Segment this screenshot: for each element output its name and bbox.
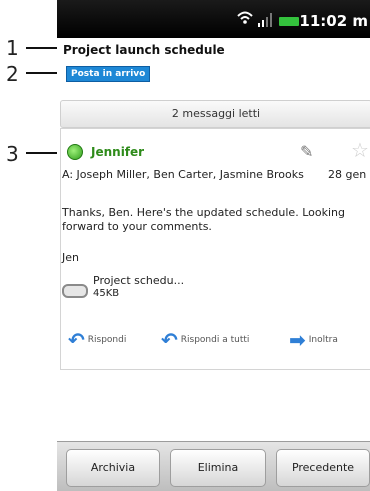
reply-all-label: Rispondi a tutti [180, 335, 250, 345]
forward-button[interactable]: ➡ Inoltra [289, 328, 338, 352]
forward-label: Inoltra [308, 335, 338, 345]
message-body: Thanks, Ben. Here's the updated schedule… [62, 206, 345, 233]
battery-icon [279, 17, 299, 26]
phone-screen: 11:02 m Project launch schedule Posta in… [57, 0, 370, 491]
callout-2: 2 [6, 62, 19, 86]
recipients-line[interactable]: A: Joseph Miller, Ben Carter, Jasmine Br… [62, 168, 352, 181]
callout-3: 3 [6, 142, 19, 166]
attachment-file-icon [62, 284, 88, 298]
message-date: 28 gen [328, 168, 367, 181]
previous-button[interactable]: Precedente [276, 449, 370, 487]
status-bar: 11:02 m [57, 0, 370, 38]
email-subject: Project launch schedule [63, 43, 225, 57]
reply-label: Rispondi [87, 335, 127, 345]
reply-all-button[interactable]: ↶ Rispondi a tutti [161, 328, 249, 352]
folder-label-badge[interactable]: Posta in arrivo [66, 66, 151, 82]
reply-all-icon: ↶ [161, 328, 178, 352]
sender-name[interactable]: Jennifer [91, 145, 144, 159]
archive-button[interactable]: Archivia [66, 449, 160, 487]
wifi-icon [237, 11, 253, 24]
attachment-size: 45KB [93, 288, 120, 299]
message-signature: Jen [62, 251, 79, 264]
bottom-toolbar: Archivia Elimina Precedente [57, 441, 370, 491]
status-time: 11:02 m [299, 12, 368, 30]
attachment-item[interactable]: Project schedu... 45KB [62, 274, 362, 304]
signal-icon [258, 13, 272, 27]
paperclip-icon: ✎ [300, 142, 314, 161]
forward-icon: ➡ [289, 328, 306, 352]
attachment-name: Project schedu... [93, 274, 185, 287]
read-messages-bar[interactable]: 2 messaggi letti [60, 100, 370, 128]
recipients-text: A: Joseph Miller, Ben Carter, Jasmine Br… [62, 168, 304, 181]
star-icon[interactable]: ☆ [351, 138, 369, 162]
reply-icon: ↶ [68, 328, 85, 352]
callout-1: 1 [6, 36, 19, 60]
reply-button[interactable]: ↶ Rispondi [68, 328, 126, 352]
delete-button[interactable]: Elimina [170, 449, 266, 487]
sender-status-icon [67, 144, 83, 160]
message-actions: ↶ Rispondi ↶ Rispondi a tutti ➡ Inoltra [62, 318, 367, 358]
